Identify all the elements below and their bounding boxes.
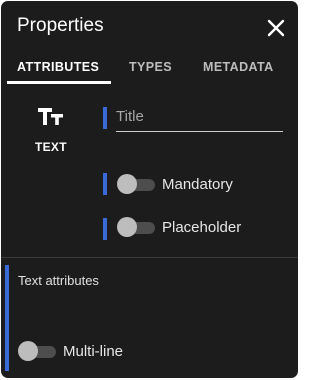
active-tab-indicator bbox=[7, 81, 111, 84]
tab-attributes[interactable]: ATTRIBUTES bbox=[17, 60, 99, 74]
close-icon bbox=[267, 19, 285, 37]
title-input[interactable] bbox=[116, 105, 283, 127]
tab-bar: ATTRIBUTES TYPES METADATA bbox=[1, 53, 298, 87]
section-title: Text attributes bbox=[18, 273, 99, 288]
multiline-toggle[interactable] bbox=[18, 341, 56, 363]
title-accent-bar bbox=[103, 107, 107, 129]
field-type-label: TEXT bbox=[35, 140, 67, 154]
toggle-thumb bbox=[117, 217, 137, 237]
mandatory-label: Mandatory bbox=[162, 176, 233, 193]
placeholder-accent-bar bbox=[103, 218, 107, 240]
mandatory-accent-bar bbox=[103, 173, 107, 195]
toggle-thumb bbox=[117, 174, 137, 194]
text-type-icon bbox=[37, 105, 65, 129]
title-field[interactable] bbox=[116, 105, 283, 132]
tab-metadata[interactable]: METADATA bbox=[203, 60, 274, 74]
panel-title: Properties bbox=[17, 15, 104, 36]
toggle-thumb bbox=[18, 341, 38, 361]
placeholder-label: Placeholder bbox=[162, 219, 242, 236]
mandatory-toggle[interactable] bbox=[117, 174, 155, 196]
properties-panel: Properties ATTRIBUTES TYPES METADATA TEX… bbox=[1, 1, 298, 378]
tab-types[interactable]: TYPES bbox=[129, 60, 172, 74]
multiline-label: Multi-line bbox=[63, 343, 124, 360]
section-divider bbox=[1, 257, 298, 258]
placeholder-toggle[interactable] bbox=[117, 217, 155, 239]
close-button[interactable] bbox=[263, 15, 289, 41]
section-accent-bar bbox=[5, 265, 9, 371]
